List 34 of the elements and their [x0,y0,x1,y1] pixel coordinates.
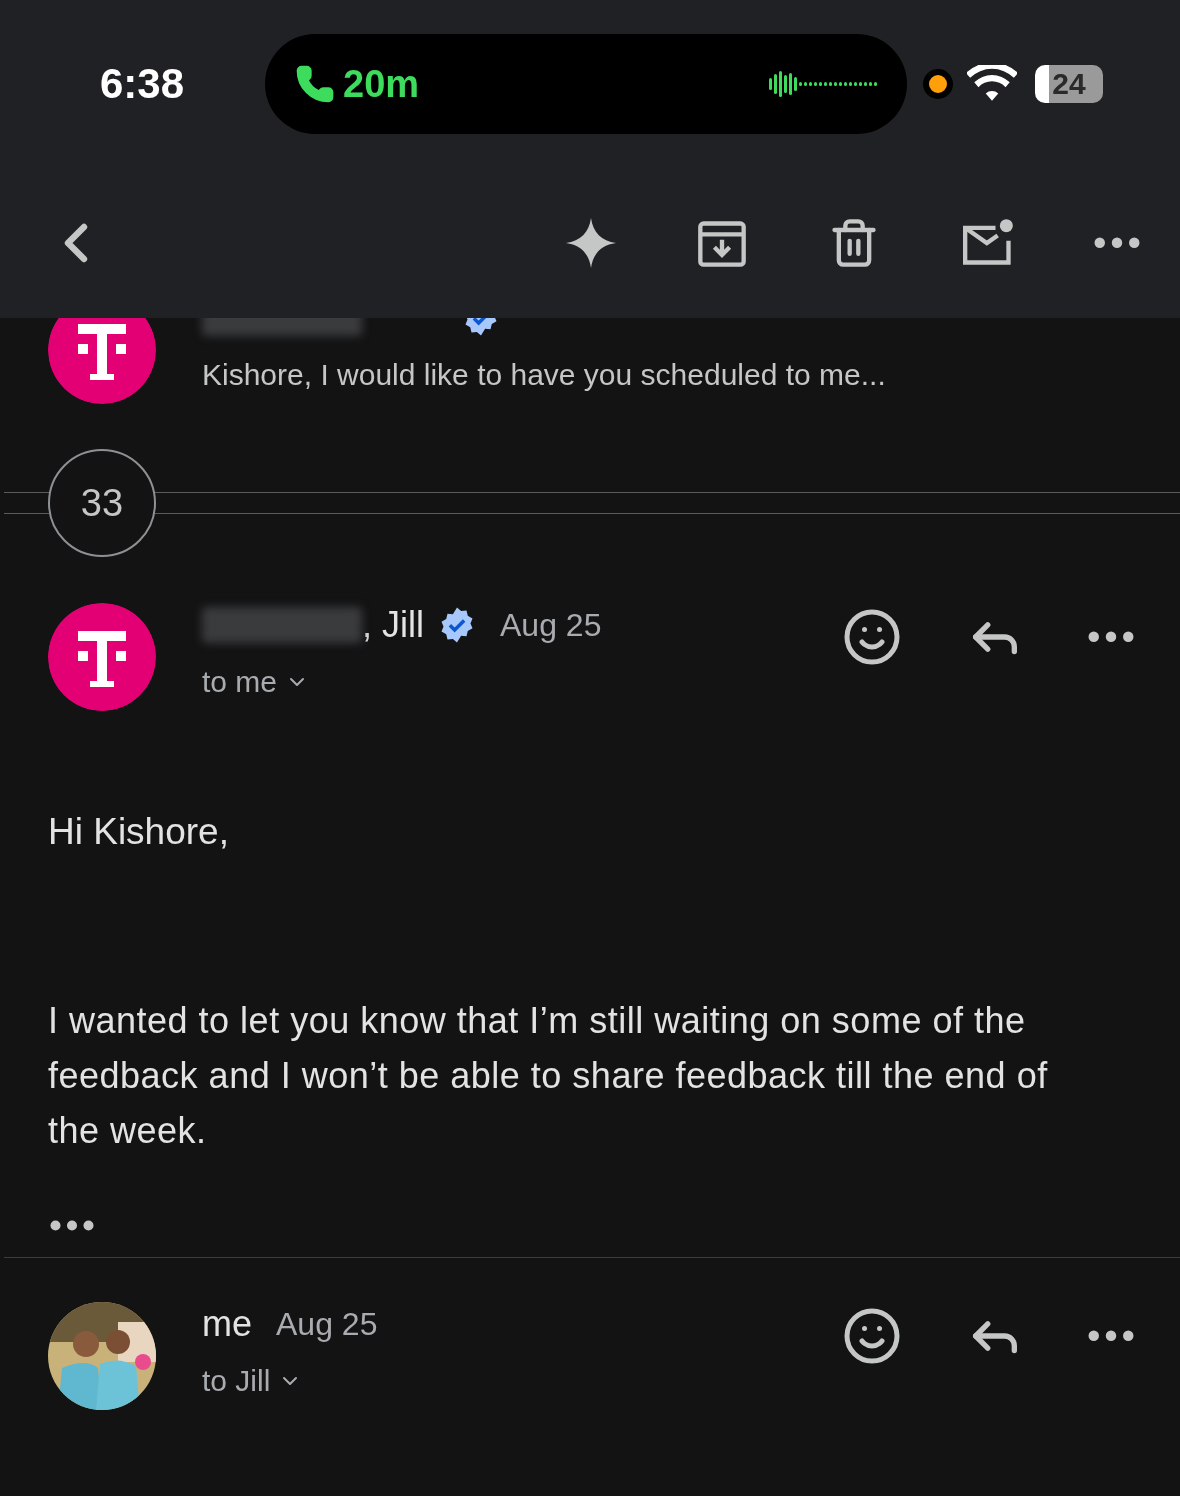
phone-icon [295,64,335,104]
hidden-messages-count[interactable]: 33 [48,449,156,557]
more-icon [50,1220,94,1231]
message-snippet[interactable]: Kishore, I would like to have you scheduled to me... [202,358,1088,392]
show-trimmed-button[interactable] [50,1220,94,1231]
emoji-reaction-button[interactable] [842,607,902,667]
more-button[interactable] [1088,1330,1134,1342]
sparkle-button[interactable] [566,218,616,268]
recipients-toggle[interactable]: to Jill [202,1364,303,1398]
more-icon [1088,1330,1134,1342]
recipients-toggle[interactable]: to me [202,665,310,699]
message-date: Aug 25 [500,606,602,644]
smiley-icon [842,1306,902,1366]
more-icon [1088,631,1134,643]
call-duration: 20m [343,62,421,106]
battery-indicator: 24 [1035,65,1103,103]
logo-icon [48,318,156,404]
email-body: I wanted to let you know that I’m still waiting on some of the feedback and I won’t be able to share feedback till the end of the week. [48,999,1049,1153]
more-button[interactable] [1088,631,1134,643]
email-greeting: Hi Kishore, [48,811,230,853]
sender-name: me [202,1303,252,1345]
privacy-indicator-icon [923,69,953,99]
emoji-reaction-button[interactable] [842,1306,902,1366]
verified-badge-icon [438,606,476,644]
wifi-icon [967,65,1017,103]
more-icon [1094,237,1140,249]
clock-time: 6:38 [100,60,186,108]
sender-name: , Jill [362,604,424,646]
smiley-icon [842,607,902,667]
logo-icon [48,603,156,711]
call-indicator[interactable]: 20m [265,34,907,134]
message-date: Aug 25 [276,1305,378,1343]
waveform-icon [769,71,877,97]
more-options-button[interactable] [1094,237,1140,249]
